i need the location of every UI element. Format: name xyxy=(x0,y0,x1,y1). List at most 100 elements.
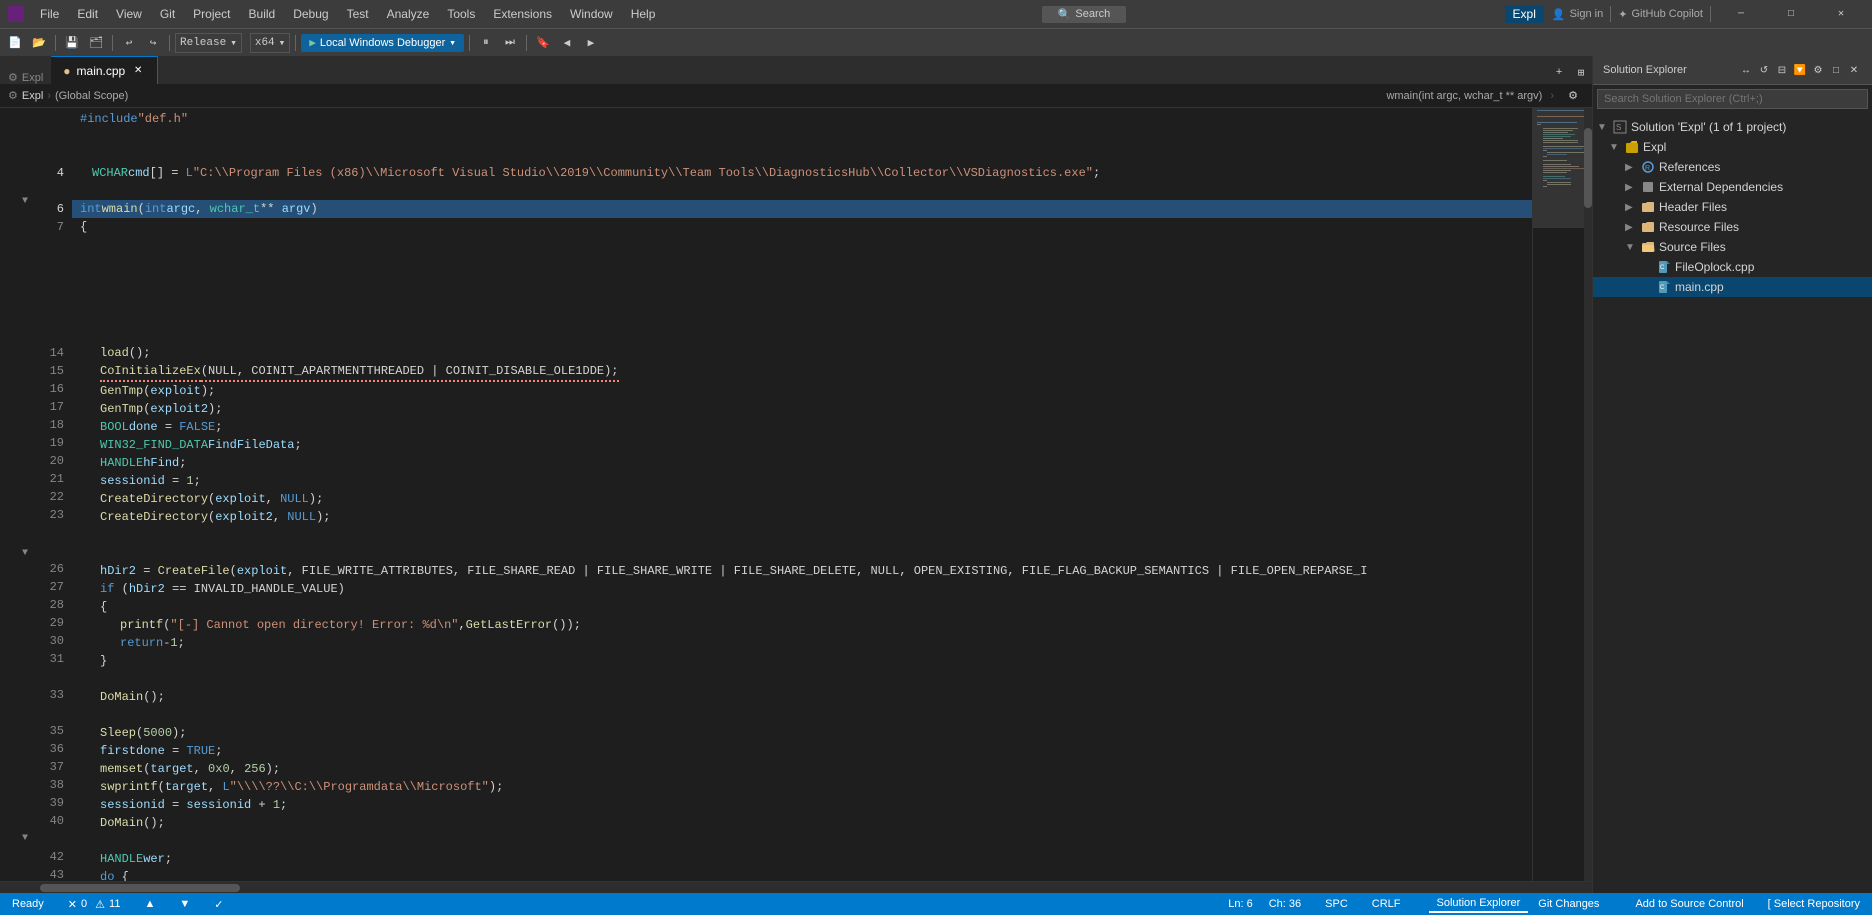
tree-solution[interactable]: ▼ S Solution 'Expl' (1 of 1 project) xyxy=(1593,117,1872,137)
run-button[interactable]: ▶ Local Windows Debugger ▾ xyxy=(301,34,464,52)
platform-separator xyxy=(244,32,248,54)
menu-project[interactable]: Project xyxy=(185,5,238,23)
tree-arrow-resource: ▶ xyxy=(1625,222,1637,233)
tree-resource-files[interactable]: ▶ Resource Files xyxy=(1593,217,1872,237)
redo-btn[interactable]: ↪ xyxy=(142,32,164,54)
menu-git[interactable]: Git xyxy=(152,5,183,23)
breadcrumb-bar: ⚙ Expl › (Global Scope) wmain(int argc, … xyxy=(0,84,1592,108)
code-line: DoMain(); xyxy=(72,814,1532,832)
tree-arrow-references: ▶ xyxy=(1625,162,1637,173)
menu-window[interactable]: Window xyxy=(562,5,621,23)
menu-expl[interactable]: Expl xyxy=(1505,5,1544,23)
se-refresh-btn[interactable]: ↺ xyxy=(1756,62,1772,78)
tab-close-btn[interactable]: ✕ xyxy=(131,64,145,78)
minimap-scrollbar-thumb[interactable] xyxy=(1584,128,1592,208)
status-checkmark[interactable]: ✓ xyxy=(210,893,227,915)
minimize-button[interactable]: ─ xyxy=(1718,0,1764,28)
status-add-source-control[interactable]: Add to Source Control xyxy=(1631,893,1747,915)
config-selector[interactable]: Release ▾ xyxy=(175,33,242,53)
undo-btn[interactable]: ↩ xyxy=(118,32,140,54)
se-collapse-btn[interactable]: ⊟ xyxy=(1774,62,1790,78)
menu-view[interactable]: View xyxy=(108,5,150,23)
status-ready[interactable]: Ready xyxy=(8,893,48,915)
bp-slot xyxy=(0,110,18,128)
code-line: memset(target, 0x0, 256); xyxy=(72,760,1532,778)
svg-text:R: R xyxy=(1645,165,1650,172)
menu-help[interactable]: Help xyxy=(623,5,664,23)
toolbar-step[interactable]: ⏭ xyxy=(499,32,521,54)
breadcrumb-symbol[interactable]: wmain(int argc, wchar_t ** argv) xyxy=(1386,90,1542,102)
h-scrollbar-thumb[interactable] xyxy=(40,884,240,892)
code-line xyxy=(72,128,1532,146)
tree-project[interactable]: ▼ Expl xyxy=(1593,137,1872,157)
config-dropdown-icon: ▾ xyxy=(230,36,237,50)
status-position[interactable]: Ln: 6 Ch: 36 xyxy=(1224,893,1305,915)
save-all-btn[interactable]: 🗂 xyxy=(85,32,107,54)
tree-references[interactable]: ▶ R References xyxy=(1593,157,1872,177)
menu-edit[interactable]: Edit xyxy=(69,5,106,23)
svg-text:C: C xyxy=(1660,265,1665,271)
sign-in[interactable]: 👤Sign in xyxy=(1552,8,1603,21)
code-line xyxy=(72,670,1532,688)
code-line: { xyxy=(72,218,1532,236)
split-editor-btn[interactable]: ⊞ xyxy=(1570,62,1592,84)
navigate-forward[interactable]: ▶ xyxy=(580,32,602,54)
nav-up-icon: ▲ xyxy=(144,898,155,910)
menu-file[interactable]: File xyxy=(32,5,67,23)
menu-test[interactable]: Test xyxy=(339,5,377,23)
se-close-btn[interactable]: ✕ xyxy=(1846,62,1862,78)
tree-fileoplock-cpp[interactable]: ▶ C FileOplock.cpp xyxy=(1593,257,1872,277)
breadcrumb-settings[interactable]: ⚙ xyxy=(1562,85,1584,107)
error-icon: ✕ xyxy=(68,898,77,911)
tree-header-files[interactable]: ▶ Header Files xyxy=(1593,197,1872,217)
status-nav-up[interactable]: ▲ xyxy=(140,893,159,915)
horizontal-scrollbar[interactable] xyxy=(0,881,1592,893)
menu-debug[interactable]: Debug xyxy=(285,5,336,23)
tab-solution-explorer[interactable]: Solution Explorer xyxy=(1429,895,1529,913)
menu-extensions[interactable]: Extensions xyxy=(485,5,560,23)
status-nav-down[interactable]: ▼ xyxy=(175,893,194,915)
tree-source-files[interactable]: ▼ Source Files xyxy=(1593,237,1872,257)
se-maximize-btn[interactable]: □ xyxy=(1828,62,1844,78)
bookmark-btn[interactable]: 🔖 xyxy=(532,32,554,54)
open-btn[interactable]: 📂 xyxy=(28,32,50,54)
maximize-button[interactable]: □ xyxy=(1768,0,1814,28)
tab-main-cpp[interactable]: ● main.cpp ✕ xyxy=(51,56,158,84)
folder-icon xyxy=(1641,200,1655,214)
navigate-back[interactable]: ◀ xyxy=(556,32,578,54)
save-btn[interactable]: 💾 xyxy=(61,32,83,54)
se-settings-btn[interactable]: ⚙ xyxy=(1810,62,1826,78)
code-editor[interactable]: ▼ ▼ xyxy=(0,108,1592,881)
toolbar-more[interactable]: ⏸ xyxy=(475,32,497,54)
cpp-main-file-icon: C xyxy=(1657,280,1671,294)
github-copilot[interactable]: ✦GitHub Copilot xyxy=(1618,8,1703,21)
search-box[interactable]: 🔍 Search xyxy=(1042,6,1127,23)
menu-build[interactable]: Build xyxy=(241,5,284,23)
status-select-repository[interactable]: [ Select Repository xyxy=(1764,893,1864,915)
code-line xyxy=(72,308,1532,326)
breakpoint-gutter xyxy=(0,108,18,881)
menu-tools[interactable]: Tools xyxy=(439,5,483,23)
status-right: Ln: 6 Ch: 36 SPC CRLF Solution Explorer … xyxy=(1224,893,1864,915)
se-sync-btn[interactable]: ↔ xyxy=(1738,62,1754,78)
platform-selector[interactable]: x64 ▾ xyxy=(250,33,290,53)
code-line: if (hDir2 == INVALID_HANDLE_VALUE) xyxy=(72,580,1532,598)
se-search-input[interactable] xyxy=(1597,89,1868,109)
status-encoding[interactable]: SPC xyxy=(1321,893,1352,915)
new-tab-btn[interactable]: + xyxy=(1548,62,1570,84)
tree-main-cpp[interactable]: ▶ C main.cpp xyxy=(1593,277,1872,297)
main-area: ⚙ Expl ● main.cpp ✕ + ⊞ ⚙ Expl › (Global… xyxy=(0,56,1872,893)
tree-external-deps[interactable]: ▶ External Dependencies xyxy=(1593,177,1872,197)
minimap-scrollbar[interactable] xyxy=(1584,108,1592,881)
status-line-ending[interactable]: CRLF xyxy=(1368,893,1405,915)
new-file-btn[interactable]: 📄 xyxy=(4,32,26,54)
code-editor-content[interactable]: #include "def.h" WCHAR cmd[] = L"C:\\Pro… xyxy=(72,108,1532,881)
code-line: printf("[-] Cannot open directory! Error… xyxy=(72,616,1532,634)
tab-git-changes[interactable]: Git Changes xyxy=(1530,896,1607,912)
solution-explorer: Solution Explorer ↔ ↺ ⊟ 🔽 ⚙ □ ✕ ▼ S xyxy=(1592,56,1872,893)
close-button[interactable]: ✕ xyxy=(1818,0,1864,28)
svg-text:C: C xyxy=(1660,285,1665,291)
menu-analyze[interactable]: Analyze xyxy=(379,5,438,23)
status-errors[interactable]: ✕ 0 ⚠ 11 xyxy=(64,893,125,915)
se-filter-btn[interactable]: 🔽 xyxy=(1792,62,1808,78)
